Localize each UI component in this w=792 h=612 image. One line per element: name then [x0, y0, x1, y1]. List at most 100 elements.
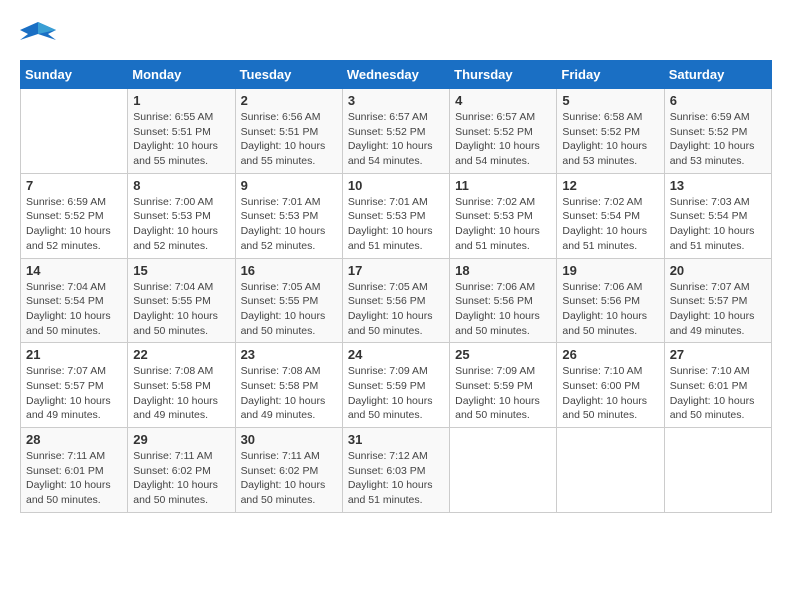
- calendar-cell: 27 Sunrise: 7:10 AMSunset: 6:01 PMDayligh…: [664, 343, 771, 428]
- calendar-week-row: 28 Sunrise: 7:11 AMSunset: 6:01 PMDayligh…: [21, 428, 772, 513]
- weekday-header: Tuesday: [235, 61, 342, 89]
- calendar-cell: [450, 428, 557, 513]
- calendar-cell: 20 Sunrise: 7:07 AMSunset: 5:57 PMDayligh…: [664, 258, 771, 343]
- calendar-cell: 2 Sunrise: 6:56 AMSunset: 5:51 PMDaylight…: [235, 89, 342, 174]
- calendar-cell: 17 Sunrise: 7:05 AMSunset: 5:56 PMDayligh…: [342, 258, 449, 343]
- calendar-cell: 5 Sunrise: 6:58 AMSunset: 5:52 PMDaylight…: [557, 89, 664, 174]
- day-number: 19: [562, 263, 658, 278]
- day-info: Sunrise: 6:58 AMSunset: 5:52 PMDaylight:…: [562, 110, 658, 169]
- calendar-cell: 7Sunrise: 6:59 AMSunset: 5:52 PMDaylight…: [21, 173, 128, 258]
- day-info: Sunrise: 7:06 AMSunset: 5:56 PMDaylight:…: [455, 280, 551, 339]
- weekday-header: Wednesday: [342, 61, 449, 89]
- day-info: Sunrise: 6:56 AMSunset: 5:51 PMDaylight:…: [241, 110, 337, 169]
- calendar-cell: 4 Sunrise: 6:57 AMSunset: 5:52 PMDaylight…: [450, 89, 557, 174]
- calendar-cell: 8 Sunrise: 7:00 AMSunset: 5:53 PMDaylight…: [128, 173, 235, 258]
- day-number: 16: [241, 263, 337, 278]
- calendar-week-row: 7Sunrise: 6:59 AMSunset: 5:52 PMDaylight…: [21, 173, 772, 258]
- page-header: [20, 20, 772, 50]
- day-number: 12: [562, 178, 658, 193]
- calendar-cell: 30Sunrise: 7:11 AMSunset: 6:02 PMDayligh…: [235, 428, 342, 513]
- calendar-cell: 3 Sunrise: 6:57 AMSunset: 5:52 PMDaylight…: [342, 89, 449, 174]
- calendar-cell: 14 Sunrise: 7:04 AMSunset: 5:54 PMDayligh…: [21, 258, 128, 343]
- calendar-cell: 15 Sunrise: 7:04 AMSunset: 5:55 PMDayligh…: [128, 258, 235, 343]
- day-info: Sunrise: 7:08 AMSunset: 5:58 PMDaylight:…: [133, 364, 229, 423]
- day-number: 4: [455, 93, 551, 108]
- day-info: Sunrise: 7:11 AMSunset: 6:01 PMDaylight:…: [26, 449, 122, 508]
- day-info: Sunrise: 7:10 AMSunset: 6:01 PMDaylight:…: [670, 364, 766, 423]
- day-info: Sunrise: 7:02 AMSunset: 5:54 PMDaylight:…: [562, 195, 658, 254]
- calendar-cell: 25 Sunrise: 7:09 AMSunset: 5:59 PMDayligh…: [450, 343, 557, 428]
- day-info: Sunrise: 7:04 AMSunset: 5:55 PMDaylight:…: [133, 280, 229, 339]
- logo-icon: [20, 20, 56, 50]
- day-info: Sunrise: 7:07 AMSunset: 5:57 PMDaylight:…: [26, 364, 122, 423]
- day-number: 18: [455, 263, 551, 278]
- day-info: Sunrise: 7:01 AMSunset: 5:53 PMDaylight:…: [241, 195, 337, 254]
- day-number: 15: [133, 263, 229, 278]
- day-info: Sunrise: 7:06 AMSunset: 5:56 PMDaylight:…: [562, 280, 658, 339]
- day-number: 22: [133, 347, 229, 362]
- day-info: Sunrise: 6:57 AMSunset: 5:52 PMDaylight:…: [348, 110, 444, 169]
- day-number: 20: [670, 263, 766, 278]
- day-number: 8: [133, 178, 229, 193]
- calendar-cell: 18 Sunrise: 7:06 AMSunset: 5:56 PMDayligh…: [450, 258, 557, 343]
- day-number: 26: [562, 347, 658, 362]
- day-number: 3: [348, 93, 444, 108]
- calendar-cell: 22 Sunrise: 7:08 AMSunset: 5:58 PMDayligh…: [128, 343, 235, 428]
- day-info: Sunrise: 7:03 AMSunset: 5:54 PMDaylight:…: [670, 195, 766, 254]
- day-number: 2: [241, 93, 337, 108]
- calendar-table: SundayMondayTuesdayWednesdayThursdayFrid…: [20, 60, 772, 513]
- day-info: Sunrise: 7:09 AMSunset: 5:59 PMDaylight:…: [348, 364, 444, 423]
- day-info: Sunrise: 7:04 AMSunset: 5:54 PMDaylight:…: [26, 280, 122, 339]
- day-info: Sunrise: 7:02 AMSunset: 5:53 PMDaylight:…: [455, 195, 551, 254]
- day-info: Sunrise: 7:09 AMSunset: 5:59 PMDaylight:…: [455, 364, 551, 423]
- calendar-week-row: 14 Sunrise: 7:04 AMSunset: 5:54 PMDayligh…: [21, 258, 772, 343]
- day-number: 5: [562, 93, 658, 108]
- calendar-cell: 28 Sunrise: 7:11 AMSunset: 6:01 PMDayligh…: [21, 428, 128, 513]
- weekday-header: Thursday: [450, 61, 557, 89]
- day-number: 7: [26, 178, 122, 193]
- day-number: 30: [241, 432, 337, 447]
- weekday-header-row: SundayMondayTuesdayWednesdayThursdayFrid…: [21, 61, 772, 89]
- day-number: 27: [670, 347, 766, 362]
- day-number: 21: [26, 347, 122, 362]
- logo: [20, 20, 62, 50]
- day-info: Sunrise: 7:11 AMSunset: 6:02 PMDaylight:…: [133, 449, 229, 508]
- calendar-week-row: 21 Sunrise: 7:07 AMSunset: 5:57 PMDayligh…: [21, 343, 772, 428]
- calendar-cell: 21 Sunrise: 7:07 AMSunset: 5:57 PMDayligh…: [21, 343, 128, 428]
- calendar-cell: 16Sunrise: 7:05 AMSunset: 5:55 PMDayligh…: [235, 258, 342, 343]
- day-info: Sunrise: 7:07 AMSunset: 5:57 PMDaylight:…: [670, 280, 766, 339]
- calendar-cell: 10Sunrise: 7:01 AMSunset: 5:53 PMDayligh…: [342, 173, 449, 258]
- day-number: 23: [241, 347, 337, 362]
- calendar-cell: 29 Sunrise: 7:11 AMSunset: 6:02 PMDayligh…: [128, 428, 235, 513]
- day-info: Sunrise: 7:01 AMSunset: 5:53 PMDaylight:…: [348, 195, 444, 254]
- day-info: Sunrise: 7:08 AMSunset: 5:58 PMDaylight:…: [241, 364, 337, 423]
- weekday-header: Saturday: [664, 61, 771, 89]
- calendar-cell: 26Sunrise: 7:10 AMSunset: 6:00 PMDayligh…: [557, 343, 664, 428]
- calendar-cell: [557, 428, 664, 513]
- day-info: Sunrise: 6:55 AMSunset: 5:51 PMDaylight:…: [133, 110, 229, 169]
- day-info: Sunrise: 6:59 AMSunset: 5:52 PMDaylight:…: [670, 110, 766, 169]
- day-number: 25: [455, 347, 551, 362]
- weekday-header: Monday: [128, 61, 235, 89]
- calendar-cell: [21, 89, 128, 174]
- day-info: Sunrise: 6:57 AMSunset: 5:52 PMDaylight:…: [455, 110, 551, 169]
- calendar-cell: 6Sunrise: 6:59 AMSunset: 5:52 PMDaylight…: [664, 89, 771, 174]
- calendar-cell: 1 Sunrise: 6:55 AMSunset: 5:51 PMDaylight…: [128, 89, 235, 174]
- day-number: 13: [670, 178, 766, 193]
- day-number: 24: [348, 347, 444, 362]
- day-number: 1: [133, 93, 229, 108]
- day-number: 31: [348, 432, 444, 447]
- day-number: 14: [26, 263, 122, 278]
- day-number: 29: [133, 432, 229, 447]
- calendar-cell: 12 Sunrise: 7:02 AMSunset: 5:54 PMDayligh…: [557, 173, 664, 258]
- day-info: Sunrise: 7:00 AMSunset: 5:53 PMDaylight:…: [133, 195, 229, 254]
- calendar-cell: 13 Sunrise: 7:03 AMSunset: 5:54 PMDayligh…: [664, 173, 771, 258]
- day-number: 28: [26, 432, 122, 447]
- calendar-cell: [664, 428, 771, 513]
- day-number: 9: [241, 178, 337, 193]
- calendar-cell: 9 Sunrise: 7:01 AMSunset: 5:53 PMDaylight…: [235, 173, 342, 258]
- day-number: 11: [455, 178, 551, 193]
- calendar-cell: 31Sunrise: 7:12 AMSunset: 6:03 PMDayligh…: [342, 428, 449, 513]
- day-number: 17: [348, 263, 444, 278]
- day-info: Sunrise: 7:05 AMSunset: 5:56 PMDaylight:…: [348, 280, 444, 339]
